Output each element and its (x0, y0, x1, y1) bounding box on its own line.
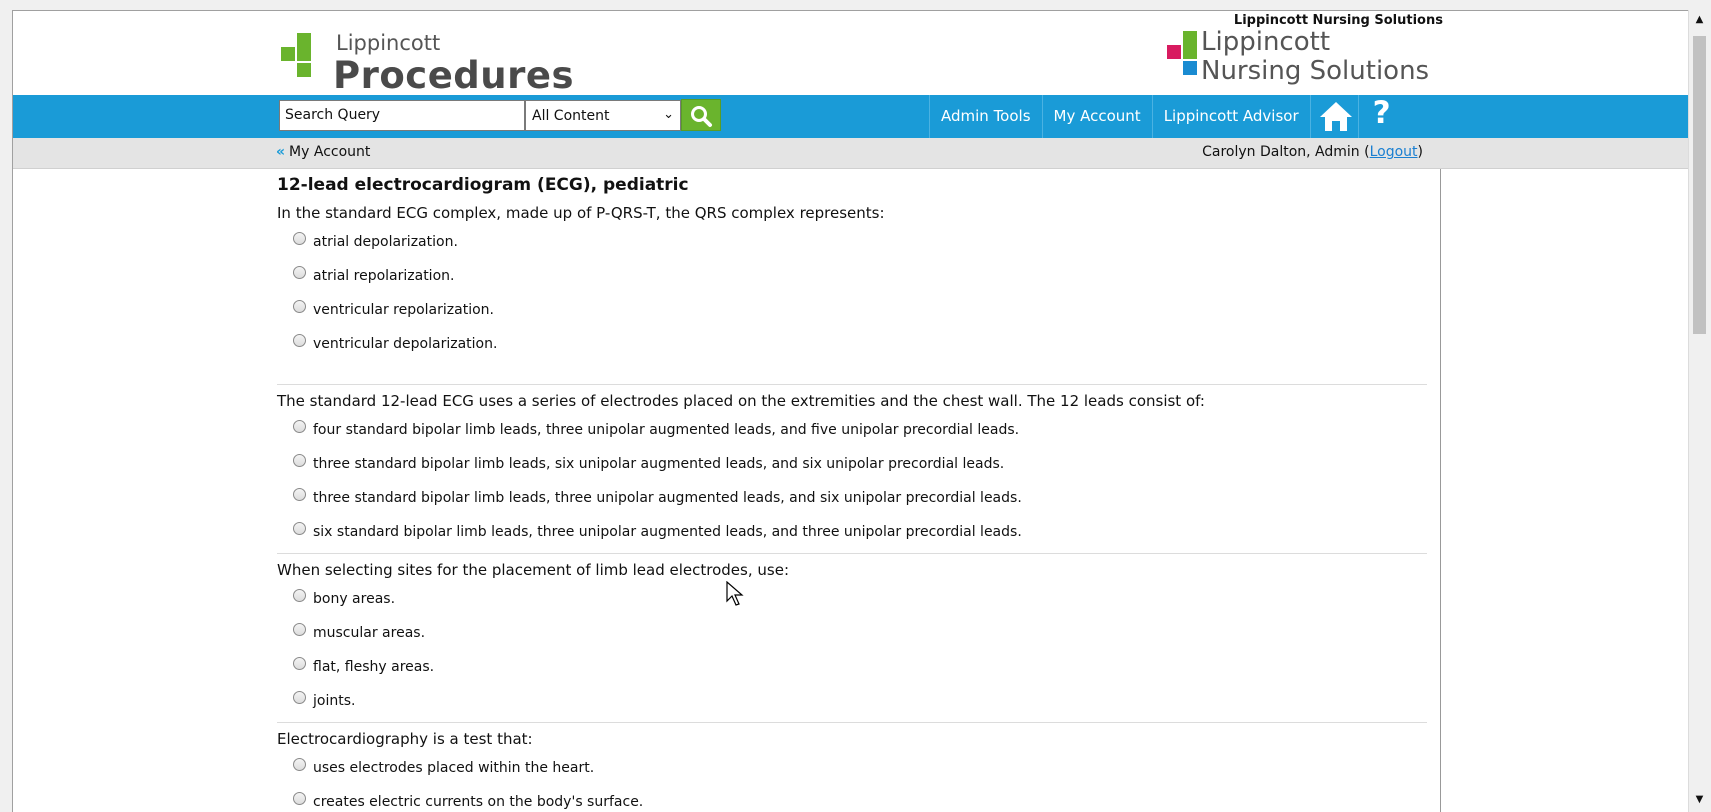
radio-button[interactable] (293, 300, 306, 313)
radio-button[interactable] (293, 589, 306, 602)
radio-button[interactable] (293, 488, 306, 501)
question-divider (277, 553, 1427, 554)
question-2: The standard 12-lead ECG uses a series o… (277, 392, 1427, 556)
scroll-down-icon[interactable]: ▼ (1689, 790, 1710, 810)
option-label: atrial depolarization. (313, 234, 458, 250)
browser-viewport: Lippincott Procedures Lippincott Nursing… (12, 10, 1688, 812)
answer-option[interactable]: flat, fleshy areas. (277, 657, 1427, 691)
logo-mark-icon (281, 33, 323, 93)
radio-button[interactable] (293, 792, 306, 805)
nursing-brand-line1: Lippincott (1201, 27, 1331, 57)
brand-tagline: Lippincott Nursing Solutions (1233, 13, 1443, 28)
option-label: six standard bipolar limb leads, three u… (313, 524, 1022, 540)
breadcrumb-bar: «My Account Carolyn Dalton, Admin (Logou… (13, 138, 1688, 169)
option-label: muscular areas. (313, 625, 426, 641)
radio-button[interactable] (293, 454, 306, 467)
radio-button[interactable] (293, 691, 306, 704)
chevron-down-icon: ⌄ (663, 107, 674, 122)
mouse-cursor-icon (726, 581, 744, 606)
question-text: Electrocardiography is a test that: (277, 730, 533, 748)
radio-button[interactable] (293, 623, 306, 636)
help-button[interactable]: ? (1357, 95, 1406, 138)
nav-lippincott-advisor[interactable]: Lippincott Advisor (1151, 95, 1310, 138)
question-4: Electrocardiography is a test that: uses… (277, 730, 1427, 812)
question-3: When selecting sites for the placement o… (277, 561, 1427, 725)
nav-admin-tools[interactable]: Admin Tools (929, 95, 1042, 138)
question-divider (277, 722, 1427, 723)
brand-small-text: Lippincott (336, 31, 441, 55)
search-input[interactable]: Search Query (279, 100, 525, 131)
radio-button[interactable] (293, 266, 306, 279)
question-text: In the standard ECG complex, made up of … (277, 204, 885, 222)
option-label: bony areas. (313, 591, 396, 607)
content-filter-select[interactable]: All Content ⌄ (525, 100, 681, 131)
home-icon (1319, 102, 1352, 131)
option-label: flat, fleshy areas. (313, 659, 435, 675)
user-info: Carolyn Dalton, Admin (Logout) (1202, 144, 1423, 160)
answer-option[interactable]: three standard bipolar limb leads, six u… (277, 454, 1427, 488)
site-header: Lippincott Procedures Lippincott Nursing… (13, 11, 1688, 97)
answer-option[interactable]: creates electric currents on the body's … (277, 792, 1427, 812)
radio-button[interactable] (293, 522, 306, 535)
logout-link[interactable]: Logout (1370, 144, 1418, 160)
nav-my-account[interactable]: My Account (1041, 95, 1152, 138)
answer-option[interactable]: three standard bipolar limb leads, three… (277, 488, 1427, 522)
home-button[interactable] (1309, 95, 1358, 138)
question-divider (277, 384, 1427, 385)
back-to-my-account-link[interactable]: «My Account (276, 144, 370, 160)
search-icon (691, 106, 712, 127)
user-name: Carolyn Dalton, Admin ( (1202, 144, 1370, 160)
radio-button[interactable] (293, 657, 306, 670)
main-nav-bar: Search Query All Content ⌄ Admin Tools M… (13, 95, 1688, 138)
nav-links: Admin Tools My Account Lippincott Adviso… (929, 95, 1406, 138)
page-title: 12-lead electrocardiogram (ECG), pediatr… (277, 175, 689, 195)
option-label: three standard bipolar limb leads, six u… (313, 456, 1005, 472)
answer-option[interactable]: four standard bipolar limb leads, three … (277, 420, 1427, 454)
option-label: atrial repolarization. (313, 268, 455, 284)
question-text: The standard 12-lead ECG uses a series o… (277, 392, 1205, 410)
answer-option[interactable]: atrial repolarization. (277, 266, 1427, 300)
option-label: four standard bipolar limb leads, three … (313, 422, 1020, 438)
answer-option[interactable]: joints. (277, 691, 1427, 725)
double-chevron-left-icon: « (276, 144, 286, 160)
quiz-content: 12-lead electrocardiogram (ECG), pediatr… (277, 169, 1441, 812)
help-icon: ? (1372, 95, 1391, 131)
option-label: joints. (313, 693, 356, 709)
radio-button[interactable] (293, 420, 306, 433)
user-info-close: ) (1417, 144, 1423, 160)
answer-option[interactable]: six standard bipolar limb leads, three u… (277, 522, 1427, 556)
option-label: creates electric currents on the body's … (313, 794, 644, 810)
search-button[interactable] (681, 99, 721, 131)
answer-option[interactable]: muscular areas. (277, 623, 1427, 657)
option-label: three standard bipolar limb leads, three… (313, 490, 1022, 506)
question-1: In the standard ECG complex, made up of … (277, 204, 1427, 368)
lippincott-nursing-solutions-logo[interactable]: Lippincott Nursing Solutions Lippincott … (1163, 11, 1443, 95)
back-link-label: My Account (289, 144, 371, 160)
brand-title: Procedures (333, 54, 575, 97)
option-label: uses electrodes placed within the heart. (313, 760, 595, 776)
option-label: ventricular repolarization. (313, 302, 494, 318)
content-filter-value: All Content (532, 108, 610, 124)
vertical-scrollbar[interactable]: ▲ ▼ (1688, 10, 1710, 812)
answer-option[interactable]: uses electrodes placed within the heart. (277, 758, 1427, 792)
answer-option[interactable]: atrial depolarization. (277, 232, 1427, 266)
radio-button[interactable] (293, 334, 306, 347)
radio-button[interactable] (293, 758, 306, 771)
option-label: ventricular depolarization. (313, 336, 498, 352)
question-text: When selecting sites for the placement o… (277, 561, 789, 579)
nursing-brand-line2: Nursing Solutions (1201, 56, 1430, 86)
scroll-up-icon[interactable]: ▲ (1689, 10, 1710, 30)
answer-option[interactable]: ventricular repolarization. (277, 300, 1427, 334)
answer-option[interactable]: ventricular depolarization. (277, 334, 1427, 368)
scroll-thumb[interactable] (1693, 36, 1706, 334)
radio-button[interactable] (293, 232, 306, 245)
answer-option[interactable]: bony areas. (277, 589, 1427, 623)
